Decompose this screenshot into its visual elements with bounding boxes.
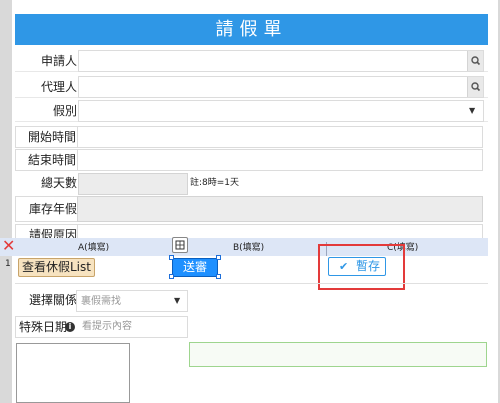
info-icon[interactable]: i — [65, 322, 75, 332]
search-icon — [471, 82, 481, 92]
expand-button[interactable] — [172, 237, 188, 253]
chevron-down-icon: ▼ — [174, 296, 181, 305]
agent-search-button[interactable] — [467, 77, 483, 97]
submit-button[interactable]: 送審 — [172, 258, 218, 277]
view-leave-list-button[interactable]: 查看休假List — [18, 258, 95, 277]
resize-handle[interactable] — [216, 274, 221, 279]
special-date-input[interactable]: 看提示內容 — [78, 316, 132, 338]
relation-label: 選擇關係 — [28, 293, 77, 307]
resize-handle[interactable] — [216, 255, 221, 260]
bottom-left-box[interactable] — [16, 343, 130, 403]
grid-column-b[interactable]: B(填寫) — [233, 240, 264, 253]
stock-field — [77, 196, 483, 222]
applicant-field[interactable] — [78, 50, 484, 72]
leave-type-label: 假別 — [52, 104, 77, 118]
bottom-right-field[interactable] — [189, 342, 487, 367]
chevron-down-icon: ▼ — [469, 106, 476, 115]
total-days-note: 註:8時=1天 — [190, 178, 240, 188]
applicant-label: 申請人 — [40, 54, 77, 68]
stock-label: 庫存年假 — [28, 202, 77, 216]
start-time-label: 開始時間 — [28, 130, 77, 144]
divider — [15, 283, 488, 284]
start-time-field[interactable] — [77, 126, 483, 148]
applicant-search-button[interactable] — [467, 51, 483, 71]
special-date-placeholder: 看提示內容 — [82, 321, 132, 332]
close-icon[interactable]: ✕ — [2, 238, 15, 254]
resize-handle[interactable] — [169, 274, 174, 279]
end-time-label: 結束時間 — [28, 153, 77, 167]
resize-handle[interactable] — [169, 255, 174, 260]
agent-label: 代理人 — [40, 80, 77, 94]
end-time-field[interactable] — [77, 149, 483, 171]
search-icon — [471, 56, 481, 66]
agent-field[interactable] — [78, 76, 484, 98]
special-date-label: 特殊日期 — [19, 320, 68, 334]
grid-row-number: 1 — [5, 259, 11, 269]
total-days-label: 總天數 — [40, 176, 77, 190]
total-days-field — [78, 173, 188, 195]
temp-save-label: 暫存 — [356, 259, 381, 273]
relation-placeholder: 裏假需找 — [81, 296, 121, 307]
expand-icon — [175, 240, 185, 250]
relation-select[interactable]: 裏假需找 — [76, 290, 188, 312]
temp-save-button[interactable]: ✔ 暫存 — [328, 257, 386, 276]
check-icon: ✔ — [339, 260, 349, 273]
leave-type-select[interactable] — [78, 100, 484, 122]
page-title: 請假單 — [15, 14, 488, 45]
grid-column-a[interactable]: A(填寫) — [78, 240, 109, 253]
